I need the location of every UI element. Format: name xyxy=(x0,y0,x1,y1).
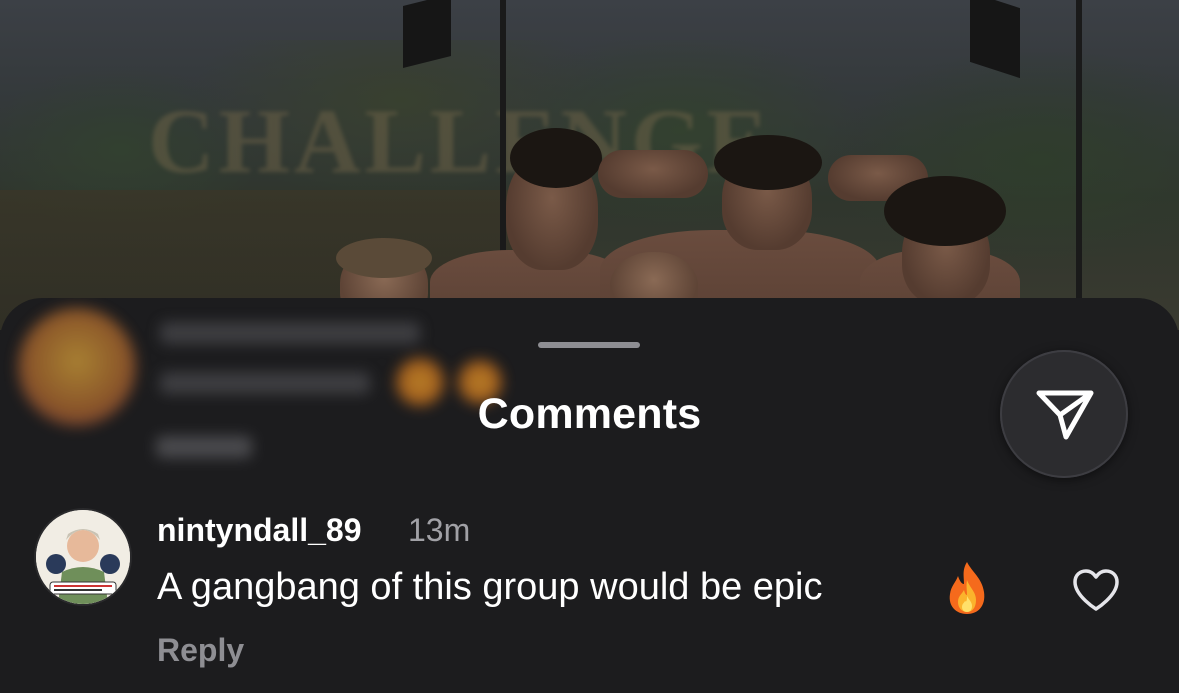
sheet-grabber-handle[interactable] xyxy=(538,342,640,348)
comments-sheet: Comments nintyndall_89 13m A gangbang of xyxy=(0,298,1179,693)
person-hair xyxy=(884,176,1006,246)
paper-plane-icon xyxy=(1036,390,1094,440)
flag-left xyxy=(403,0,451,68)
share-button[interactable] xyxy=(1000,350,1128,478)
flag-pole-right xyxy=(1076,0,1082,300)
person-arm xyxy=(598,150,708,198)
heart-outline-icon xyxy=(1073,569,1119,611)
like-button[interactable] xyxy=(1068,564,1124,616)
commenter-avatar[interactable] xyxy=(36,510,130,604)
comment-username[interactable]: nintyndall_89 xyxy=(157,512,362,549)
fire-emoji xyxy=(949,562,985,614)
blurred-reply-label xyxy=(156,436,252,458)
post-photo-background: CHALLENGE xyxy=(0,0,1179,330)
person-hair xyxy=(714,135,822,190)
reply-button[interactable]: Reply xyxy=(157,632,244,669)
blurred-previous-comment xyxy=(0,298,560,468)
person-hair xyxy=(336,238,432,278)
comment-text: A gangbang of this group would be epic xyxy=(157,566,823,608)
app-screen: CHALLENGE Comments nintyndall_89 13m A g… xyxy=(0,0,1179,693)
blurred-username-line xyxy=(160,322,420,344)
avatar-illustration xyxy=(36,510,130,604)
comment-timestamp: 13m xyxy=(408,512,471,548)
person-hair xyxy=(510,128,602,188)
